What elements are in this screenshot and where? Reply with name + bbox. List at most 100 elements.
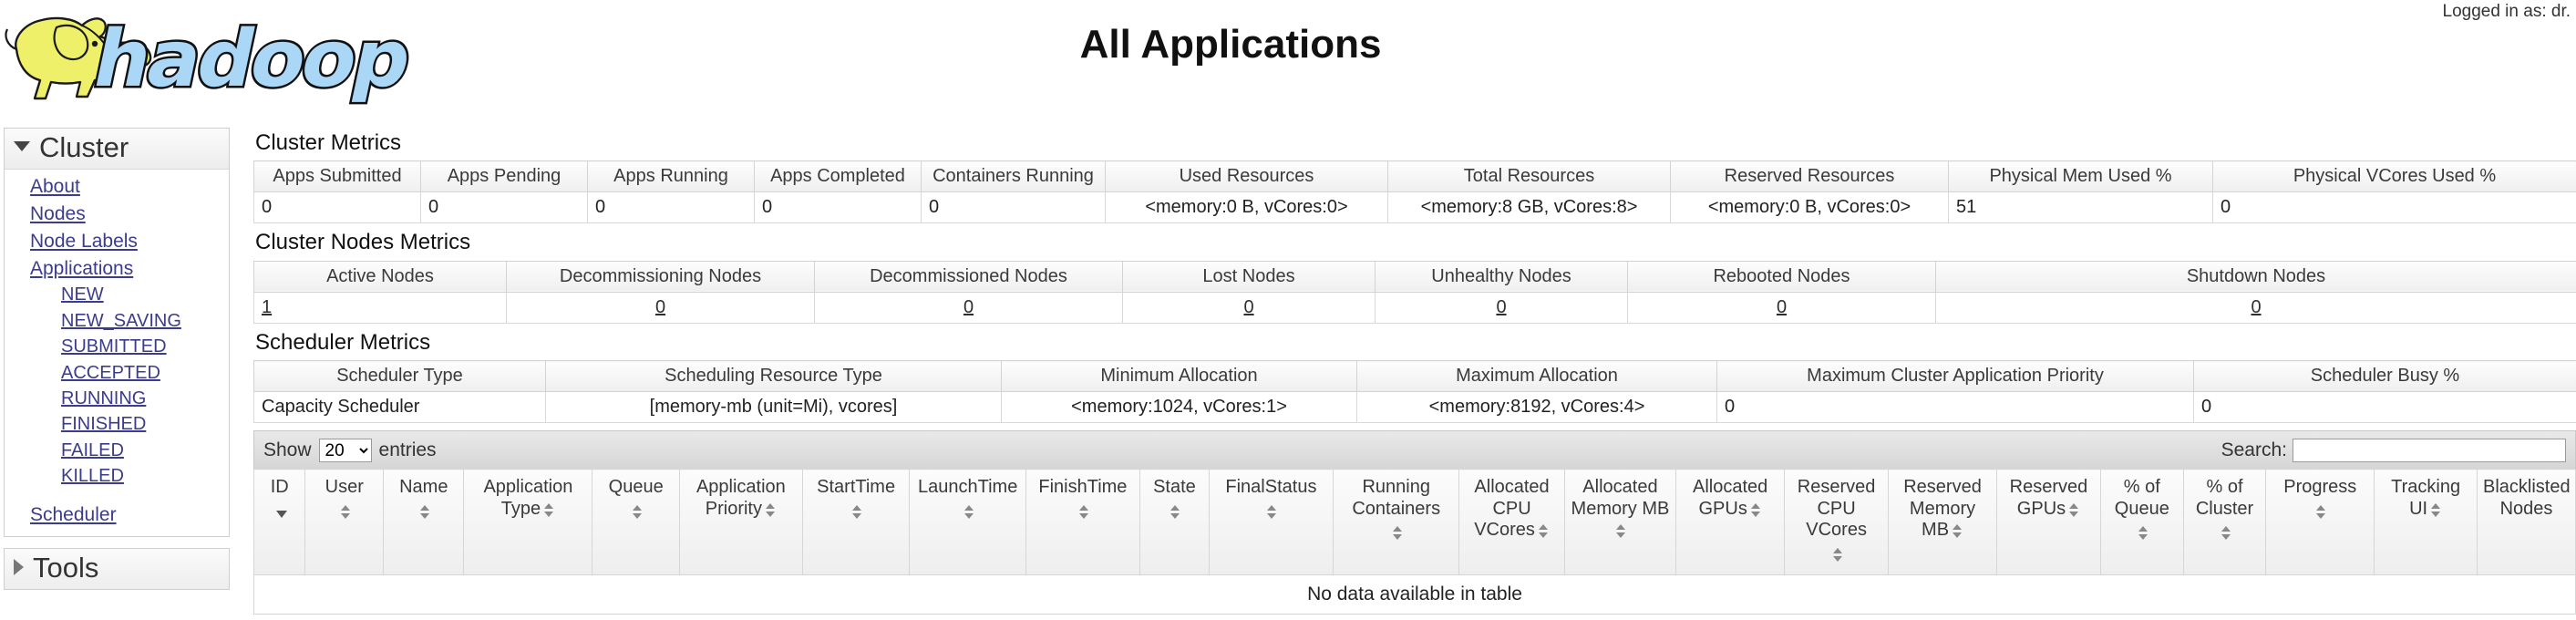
- decommissioning-nodes-link[interactable]: 0: [655, 297, 665, 317]
- col-progress[interactable]: Progress: [2265, 469, 2375, 575]
- col-state[interactable]: State: [1139, 469, 1210, 575]
- col-decommissioning-nodes[interactable]: Decommissioning Nodes: [506, 260, 815, 293]
- decommissioned-nodes-link[interactable]: 0: [963, 297, 974, 317]
- sidebar-item-state-running[interactable]: RUNNING: [5, 386, 229, 411]
- cell-total-resources: <memory:8 GB, vCores:8>: [1387, 191, 1671, 224]
- shutdown-nodes-link[interactable]: 0: [2251, 297, 2261, 317]
- unhealthy-nodes-link[interactable]: 0: [1496, 297, 1506, 317]
- col-reserved-resources[interactable]: Reserved Resources: [1670, 160, 1949, 193]
- col-finalstatus[interactable]: FinalStatus: [1208, 469, 1334, 575]
- table-row-empty: No data available in table: [253, 574, 2576, 615]
- col-used-resources[interactable]: Used Resources: [1105, 160, 1388, 193]
- col-reserved-gpus[interactable]: Reserved GPUs: [1995, 469, 2101, 575]
- col-unhealthy-nodes[interactable]: Unhealthy Nodes: [1375, 260, 1628, 293]
- cell-used-resources: <memory:0 B, vCores:0>: [1105, 191, 1388, 224]
- search-label: Search:: [2221, 439, 2287, 460]
- col-reserved-memory-mb[interactable]: Reserved Memory MB: [1888, 469, 1997, 575]
- col-reserved-cpu-vcores[interactable]: Reserved CPU VCores: [1784, 469, 1890, 575]
- col-total-resources[interactable]: Total Resources: [1387, 160, 1671, 193]
- active-nodes-link[interactable]: 1: [262, 297, 272, 317]
- col-apps-completed[interactable]: Apps Completed: [754, 160, 922, 193]
- col-containers-running[interactable]: Containers Running: [921, 160, 1106, 193]
- col-tracking-ui[interactable]: Tracking UI: [2374, 469, 2478, 575]
- col-name[interactable]: Name: [383, 469, 465, 575]
- sidebar-item-state-finished[interactable]: FINISHED: [5, 411, 229, 437]
- col-minimum-allocation[interactable]: Minimum Allocation: [1001, 360, 1357, 393]
- table-row: Capacity Scheduler [memory-mb (unit=Mi),…: [253, 391, 2576, 424]
- rebooted-nodes-link[interactable]: 0: [1777, 297, 1787, 317]
- col-user[interactable]: User: [304, 469, 385, 575]
- col-percent-of-queue[interactable]: % of Queue: [2099, 469, 2184, 575]
- svg-text:hadoop: hadoop: [86, 13, 410, 105]
- col-scheduler-busy[interactable]: Scheduler Busy %: [2193, 360, 2576, 393]
- col-active-nodes[interactable]: Active Nodes: [253, 260, 507, 293]
- sidebar-tools-header[interactable]: Tools: [5, 549, 229, 590]
- col-allocated-cpu-vcores[interactable]: Allocated CPU VCores: [1458, 469, 1565, 575]
- col-max-cluster-app-priority[interactable]: Maximum Cluster Application Priority: [1716, 360, 2194, 393]
- col-apps-pending[interactable]: Apps Pending: [420, 160, 588, 193]
- col-allocated-memory-mb[interactable]: Allocated Memory MB: [1563, 469, 1677, 575]
- col-apps-running[interactable]: Apps Running: [587, 160, 755, 193]
- col-physical-vcores-used[interactable]: Physical VCores Used %: [2212, 160, 2576, 193]
- cell-decommissioned-nodes: 0: [814, 291, 1123, 324]
- col-physical-mem-used[interactable]: Physical Mem Used %: [1948, 160, 2213, 193]
- sidebar-item-nodes[interactable]: Nodes: [5, 201, 229, 228]
- sidebar-item-state-accepted[interactable]: ACCEPTED: [5, 360, 229, 386]
- col-allocated-gpus[interactable]: Allocated GPUs: [1675, 469, 1786, 575]
- show-label: Show: [263, 439, 312, 460]
- cell-rebooted-nodes: 0: [1627, 291, 1936, 324]
- sidebar-item-state-failed[interactable]: FAILED: [5, 438, 229, 463]
- col-queue[interactable]: Queue: [592, 469, 680, 575]
- col-application-type[interactable]: Application Type: [463, 469, 593, 575]
- col-maximum-allocation[interactable]: Maximum Allocation: [1356, 360, 1717, 393]
- col-scheduler-type[interactable]: Scheduler Type: [253, 360, 546, 393]
- sidebar-item-scheduler[interactable]: Scheduler: [5, 501, 229, 529]
- chevron-right-icon: [14, 559, 24, 576]
- col-rebooted-nodes[interactable]: Rebooted Nodes: [1627, 260, 1936, 293]
- col-application-priority[interactable]: Application Priority: [678, 469, 803, 575]
- cell-physical-mem-used: 51: [1948, 191, 2213, 224]
- col-shutdown-nodes[interactable]: Shutdown Nodes: [1935, 260, 2576, 293]
- table-header-row: Apps Submitted Apps Pending Apps Running…: [253, 160, 2576, 193]
- col-scheduling-resource-type[interactable]: Scheduling Resource Type: [545, 360, 1002, 393]
- sidebar-cluster-label: Cluster: [39, 131, 129, 163]
- sidebar-item-node-labels[interactable]: Node Labels: [5, 228, 229, 255]
- sidebar-item-state-killed[interactable]: KILLED: [5, 463, 229, 489]
- sidebar-item-state-submitted[interactable]: SUBMITTED: [5, 334, 229, 359]
- col-lost-nodes[interactable]: Lost Nodes: [1122, 260, 1376, 293]
- cell-reserved-resources: <memory:0 B, vCores:0>: [1670, 191, 1949, 224]
- col-apps-submitted[interactable]: Apps Submitted: [253, 160, 421, 193]
- hadoop-logo: hadoop: [0, 2, 419, 111]
- cell-apps-pending: 0: [420, 191, 588, 224]
- cell-minimum-allocation: <memory:1024, vCores:1>: [1001, 391, 1357, 424]
- col-finishtime[interactable]: FinishTime: [1025, 469, 1140, 575]
- col-blacklisted-nodes[interactable]: Blacklisted Nodes: [2476, 469, 2576, 575]
- col-percent-of-cluster[interactable]: % of Cluster: [2182, 469, 2267, 575]
- cell-apps-running: 0: [587, 191, 755, 224]
- lost-nodes-link[interactable]: 0: [1243, 297, 1253, 317]
- cell-maximum-allocation: <memory:8192, vCores:4>: [1356, 391, 1717, 424]
- cell-active-nodes: 1: [253, 291, 507, 324]
- page-length-select[interactable]: 20 40 60 80 100: [318, 438, 372, 462]
- sidebar-item-state-new[interactable]: NEW: [5, 282, 229, 307]
- table-header-row: Scheduler Type Scheduling Resource Type …: [253, 360, 2576, 393]
- cell-shutdown-nodes: 0: [1935, 291, 2576, 324]
- cell-scheduler-type: Capacity Scheduler: [253, 391, 546, 424]
- cell-scheduling-resource-type: [memory-mb (unit=Mi), vcores]: [545, 391, 1002, 424]
- sidebar-cluster-header[interactable]: Cluster: [5, 129, 229, 170]
- col-id[interactable]: ID: [252, 469, 306, 575]
- sidebar-item-state-new-saving[interactable]: NEW_SAVING: [5, 308, 229, 334]
- col-running-containers[interactable]: Running Containers: [1332, 469, 1460, 575]
- col-starttime[interactable]: StartTime: [801, 469, 911, 575]
- col-launchtime[interactable]: LaunchTime: [909, 469, 1026, 575]
- search-input[interactable]: [2293, 438, 2566, 462]
- applications-table: ID User Name Application Type Queue Appl…: [252, 469, 2576, 615]
- applications-table-wrapper: Show 20 40 60 80 100 entries Search:: [252, 430, 2576, 615]
- cell-decommissioning-nodes: 0: [506, 291, 815, 324]
- col-decommissioned-nodes[interactable]: Decommissioned Nodes: [814, 260, 1123, 293]
- sidebar-item-about[interactable]: About: [5, 173, 229, 201]
- sidebar-item-applications[interactable]: Applications: [5, 255, 229, 283]
- cell-apps-submitted: 0: [253, 191, 421, 224]
- page-title: All Applications: [1079, 22, 1382, 67]
- logged-in-label: Logged in as: dr.: [2442, 2, 2571, 21]
